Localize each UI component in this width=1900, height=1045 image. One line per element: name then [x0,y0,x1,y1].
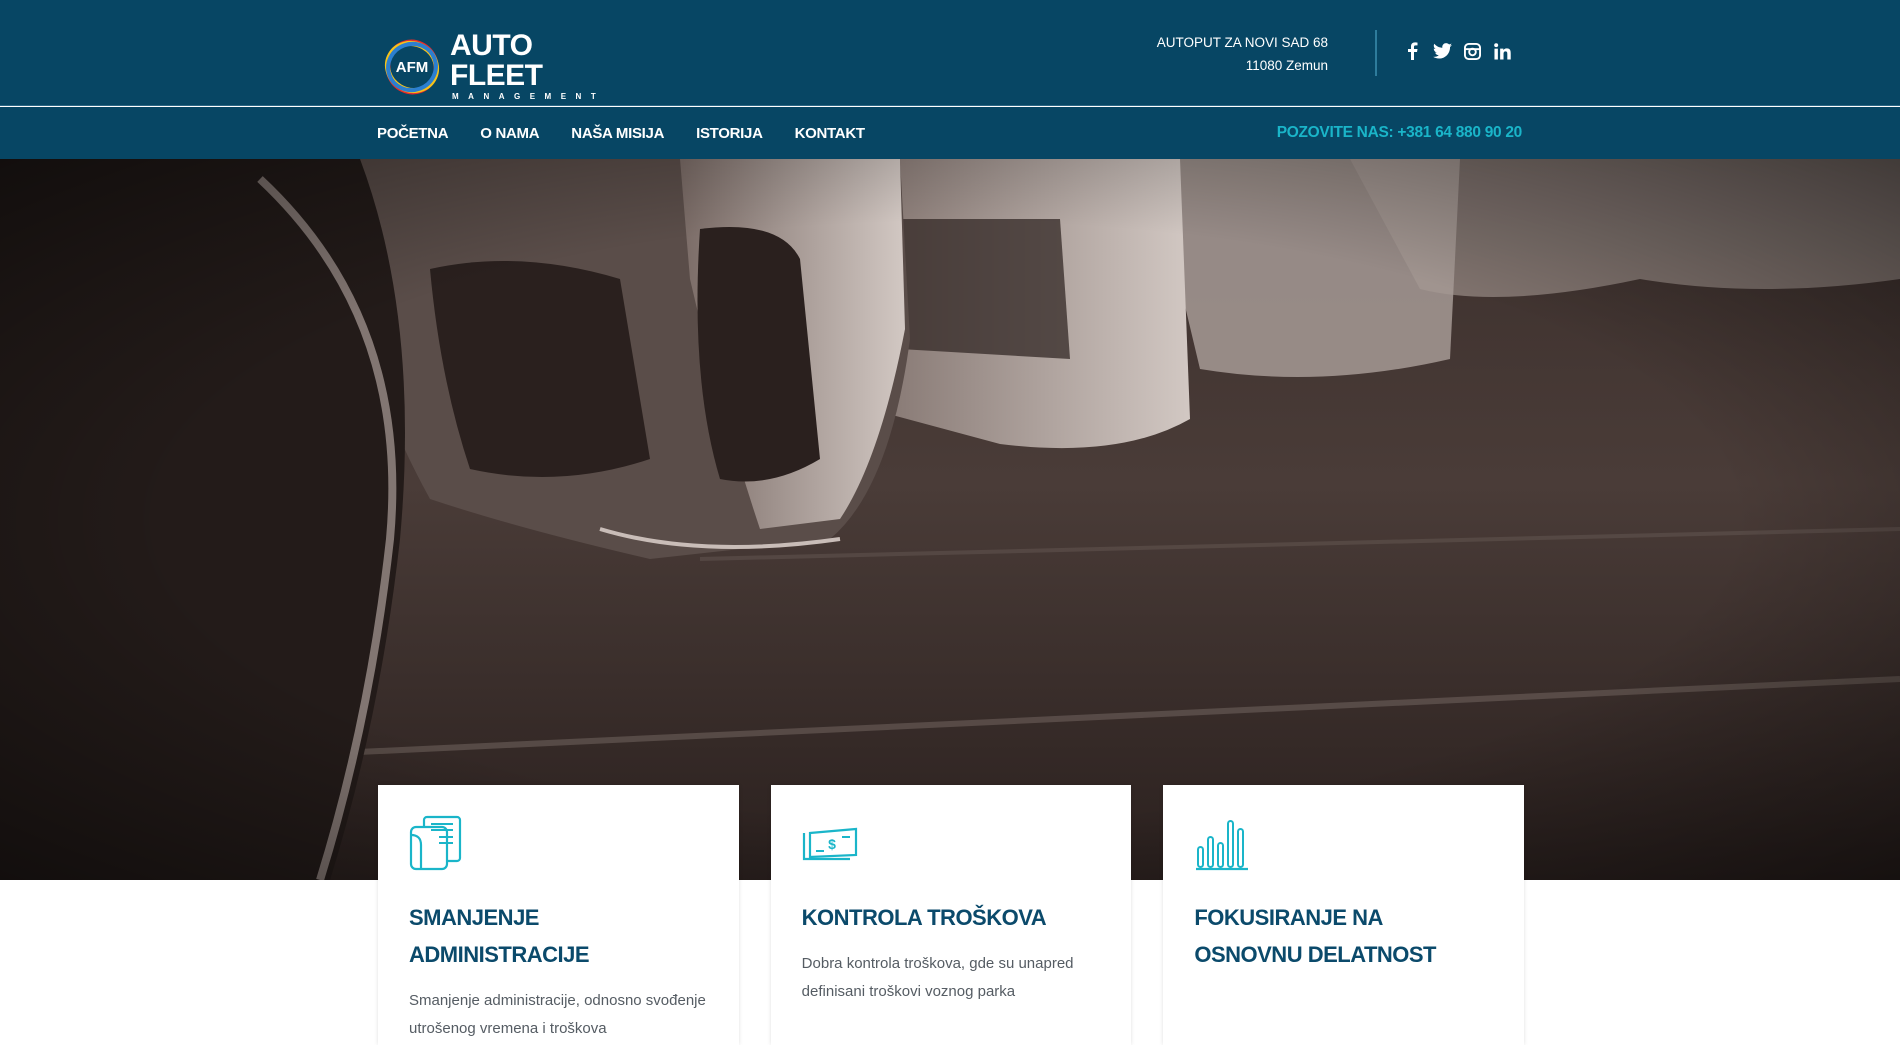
twitter-icon[interactable] [1432,38,1452,64]
hero-image [0,159,1900,880]
feature-card: SMANJENJE ADMINISTRACIJE Smanjenje admin… [378,785,739,1045]
feature-card: $ KONTROLA TROŠKOVA Dobra kontrola trošk… [770,785,1132,1045]
instagram-icon[interactable] [1462,38,1482,64]
feature-card: FOKUSIRANJE NA OSNOVNU DELATNOST [1163,785,1525,1045]
logo-subtitle: MANAGEMENT [452,92,606,101]
logo-title: AUTO FLEET [450,29,543,92]
card-title: FOKUSIRANJE NA OSNOVNU DELATNOST [1194,905,1436,967]
nav-item-o-nama[interactable]: O NAMA [480,125,539,142]
address: AUTOPUT ZA NOVI SAD 68 11080 Zemun [1020,31,1328,77]
nav-item-nasa-misija[interactable]: NAŠA MISIJA [571,125,664,142]
card-text: Smanjenje administracije, odnosno svođen… [409,992,706,1037]
linkedin-icon[interactable] [1492,38,1512,64]
logo-mark-icon: AFM [382,37,442,97]
main-navigation: POČETNA O NAMA NAŠA MISIJA ISTORIJA KONT… [0,107,1900,159]
svg-text:$: $ [828,836,836,852]
logo[interactable]: AFM AUTO FLEET MANAGEMENT [382,31,602,101]
facebook-icon[interactable] [1402,38,1422,64]
card-title: KONTROLA TROŠKOVA [801,905,1047,930]
nav-item-kontakt[interactable]: KONTAKT [795,125,865,142]
top-header: AFM AUTO FLEET MANAGEMENT AUTOPUT ZA NOV… [0,0,1900,106]
documents-icon [409,815,465,871]
call-us-phone[interactable]: POZOVITE NAS: +381 64 880 90 20 [1277,107,1523,159]
feature-cards: SMANJENJE ADMINISTRACIJE Smanjenje admin… [378,785,1525,1045]
address-line1: AUTOPUT ZA NOVI SAD 68 [1156,35,1328,50]
card-text: Dobra kontrola troškova, gde su unapred … [801,955,1074,1000]
header-divider [1375,30,1377,76]
bar-chart-icon [1194,815,1250,871]
address-line2: 11080 Zemun [1245,58,1328,73]
social-links [1402,38,1512,64]
logo-mark-text: AFM [396,59,429,76]
card-title: SMANJENJE ADMINISTRACIJE [409,905,590,967]
nav-item-istorija[interactable]: ISTORIJA [696,125,763,142]
nav-item-pocetna[interactable]: POČETNA [377,125,449,142]
money-bill-icon: $ [802,815,858,871]
